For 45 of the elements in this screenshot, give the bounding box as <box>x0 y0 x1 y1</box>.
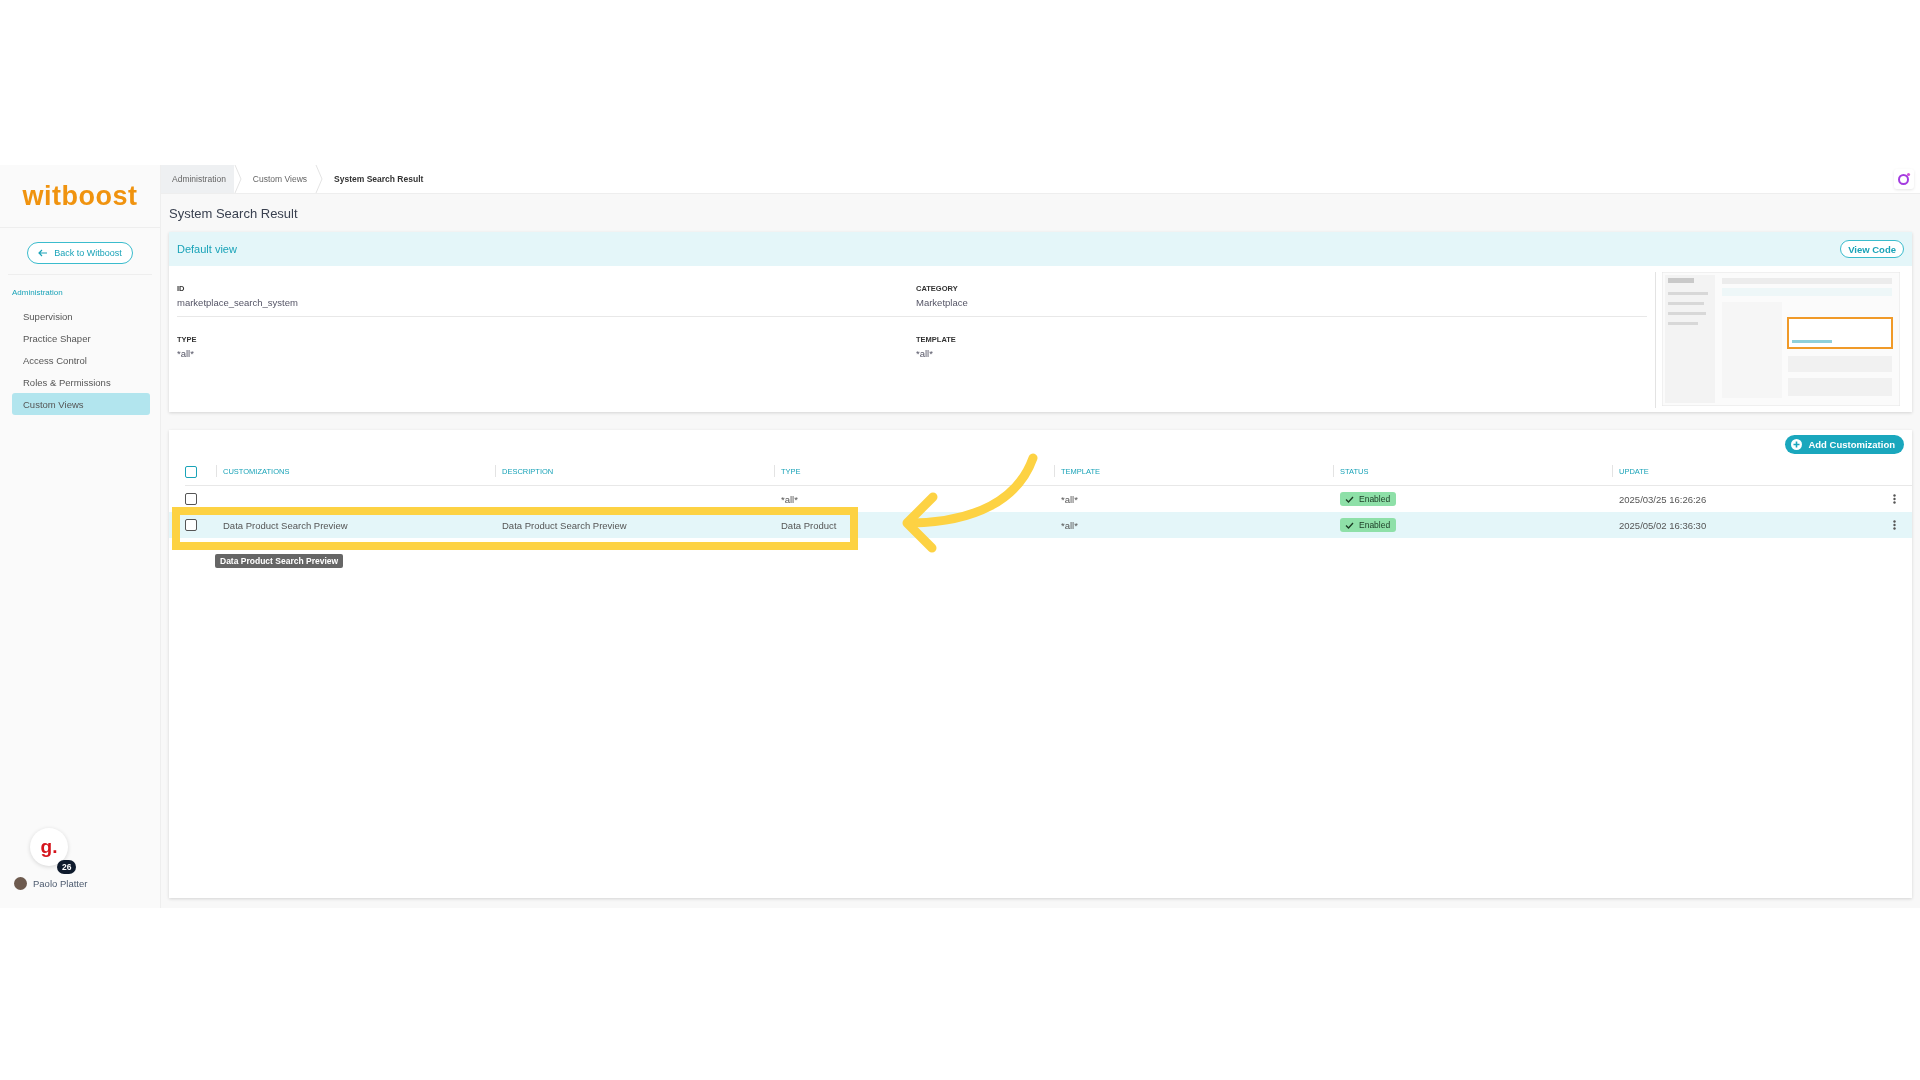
checkbox[interactable] <box>185 519 197 531</box>
breadcrumb-link[interactable]: Administration <box>161 165 234 193</box>
back-button[interactable]: Back to Witboost <box>27 242 133 264</box>
table-cell: 2025/03/25 16:26:26 <box>1619 493 1707 505</box>
table-row[interactable]: Data Product Search Preview Data Product Search Preview Data Product *all* Enabled 2025/05/02 16:36:30 <box>169 512 1912 538</box>
check-icon <box>1345 495 1354 503</box>
more-icon[interactable] <box>1893 494 1896 504</box>
table-cell: Data Product <box>781 519 837 531</box>
plus-icon <box>1791 438 1803 450</box>
card-title: Default view <box>177 243 237 255</box>
breadcrumb-link[interactable]: System Search Result <box>323 165 432 193</box>
more-icon[interactable] <box>1893 520 1896 530</box>
view-code-button[interactable]: View Code <box>1840 240 1904 258</box>
count-badge: 26 <box>57 860 77 874</box>
status-badge: Enabled <box>1340 492 1397 506</box>
table-cell: *all* <box>1061 519 1078 531</box>
add-customization-button[interactable]: Add Customization <box>1785 434 1904 454</box>
field-value: Marketplace <box>916 297 969 308</box>
user-name: Paolo Platter <box>33 878 88 889</box>
checkbox[interactable] <box>185 465 197 478</box>
page-title: System Search Result <box>169 204 299 223</box>
status-badge: Enabled <box>1340 518 1397 532</box>
breadcrumb-link[interactable]: Custom Views <box>241 165 316 193</box>
field-value: marketplace_search_system <box>177 297 299 308</box>
table-cell: *all* <box>781 493 798 505</box>
check-icon <box>1345 521 1354 529</box>
section-label: Administration <box>12 288 64 297</box>
sidebar-item[interactable]: Practice Shaper <box>12 327 150 349</box>
table-cell: 2025/05/02 16:36:30 <box>1619 519 1707 531</box>
tooltip: Data Product Search Preview <box>215 554 344 568</box>
logo: witboost <box>22 180 138 212</box>
sidebar-item[interactable]: Access Control <box>12 349 150 371</box>
avatar <box>14 877 27 890</box>
sidebar-item[interactable]: Custom Views <box>12 393 150 415</box>
table-cell: *all* <box>1061 493 1078 505</box>
ring-icon[interactable] <box>1897 172 1911 186</box>
checkbox[interactable] <box>185 493 197 505</box>
table-row[interactable]: *all* *all* Enabled 2025/03/25 16:26:26 <box>169 486 1912 512</box>
table-cell: Data Product Search Preview <box>223 519 348 531</box>
sidebar-item[interactable]: Roles & Permissions <box>12 371 150 393</box>
field-value: *all* <box>177 348 195 359</box>
table-cell: Data Product Search Preview <box>502 519 627 531</box>
field-value: *all* <box>916 348 934 359</box>
sidebar-item[interactable]: Supervision <box>12 305 150 327</box>
back-arrow-icon <box>38 249 49 257</box>
